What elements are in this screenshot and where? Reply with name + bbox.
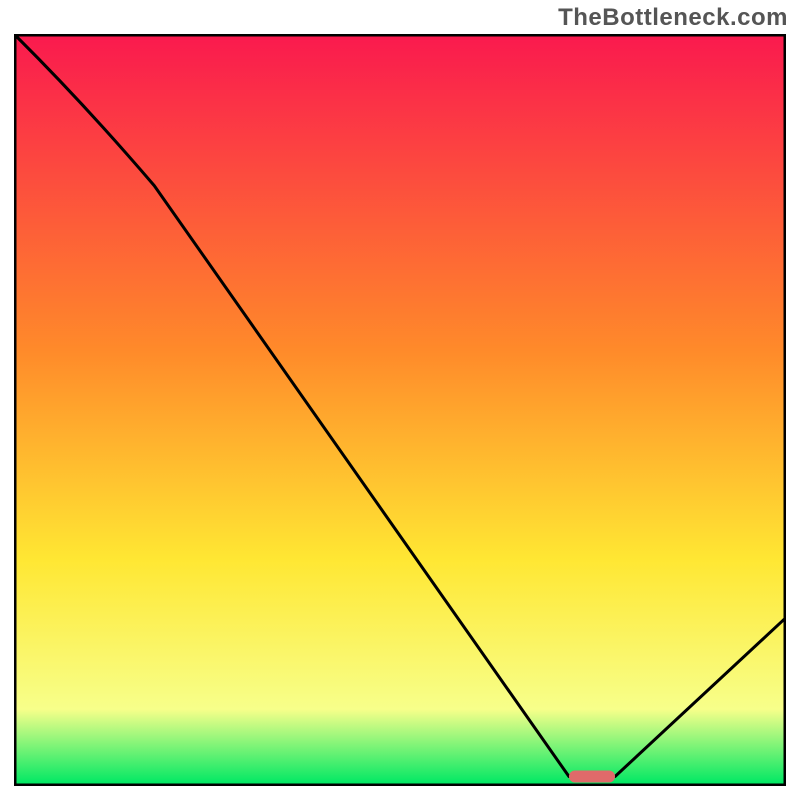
chart-svg: [14, 34, 786, 786]
watermark-text: TheBottleneck.com: [558, 4, 788, 32]
chart-container: TheBottleneck.com: [0, 0, 800, 800]
optimal-marker: [569, 771, 615, 783]
bottleneck-plot: [14, 34, 786, 786]
